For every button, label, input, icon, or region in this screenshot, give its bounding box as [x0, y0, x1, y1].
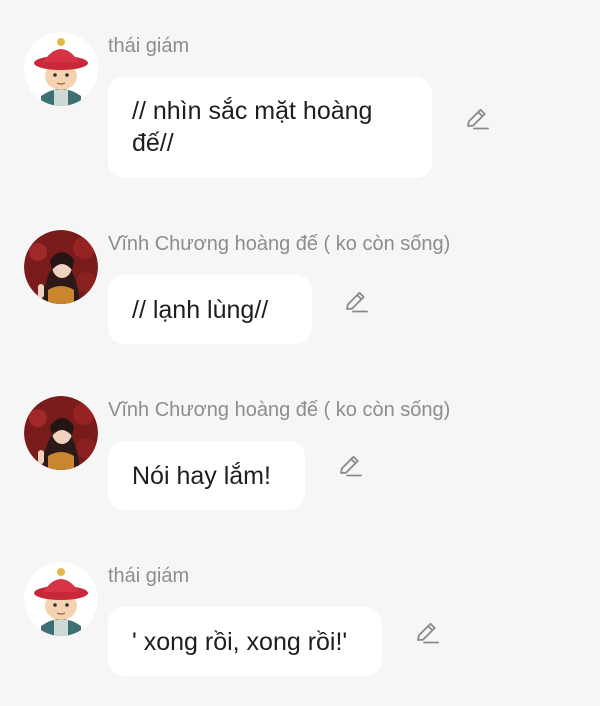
sender-name: thái giám — [108, 35, 190, 57]
pencil-edit-icon[interactable] — [336, 452, 364, 480]
message-bubble[interactable]: // lạnh lùng// — [108, 275, 312, 344]
message-bubble[interactable]: ' xong rồi, xong rồi!' — [108, 607, 382, 676]
pencil-edit-icon[interactable] — [413, 619, 441, 647]
emperor-avatar-icon[interactable] — [24, 230, 98, 304]
message-bubble[interactable]: Nói hay lắm! — [108, 441, 305, 510]
message-text: // lạnh lùng// — [132, 296, 269, 324]
chat-message: thái giám ' xong rồi, xong rồi!' — [0, 552, 600, 692]
message-text: ' xong rồi, xong rồi!' — [132, 628, 348, 656]
eunuch-avatar-icon[interactable] — [24, 562, 98, 636]
message-bubble[interactable]: // nhìn sắc mặt hoàng đế// — [108, 77, 432, 178]
sender-name: thái giám — [108, 565, 190, 587]
eunuch-avatar-icon[interactable] — [24, 32, 98, 106]
message-text: Nói hay lắm! — [132, 462, 271, 490]
pencil-edit-icon[interactable] — [342, 288, 370, 316]
sender-name: Vĩnh Chương hoàng đế ( ko còn sống) — [108, 233, 451, 255]
chat-message: Vĩnh Chương hoàng đế ( ko còn sống) // l… — [0, 220, 600, 360]
emperor-avatar-icon[interactable] — [24, 396, 98, 470]
message-text: // nhìn sắc mặt hoàng đế// — [132, 97, 373, 157]
chat-message: Vĩnh Chương hoàng đế ( ko còn sống) Nói … — [0, 386, 600, 526]
chat-message: thái giám // nhìn sắc mặt hoàng đế// — [0, 0, 600, 190]
sender-name: Vĩnh Chương hoàng đế ( ko còn sống) — [108, 399, 451, 421]
pencil-edit-icon[interactable] — [463, 105, 491, 133]
